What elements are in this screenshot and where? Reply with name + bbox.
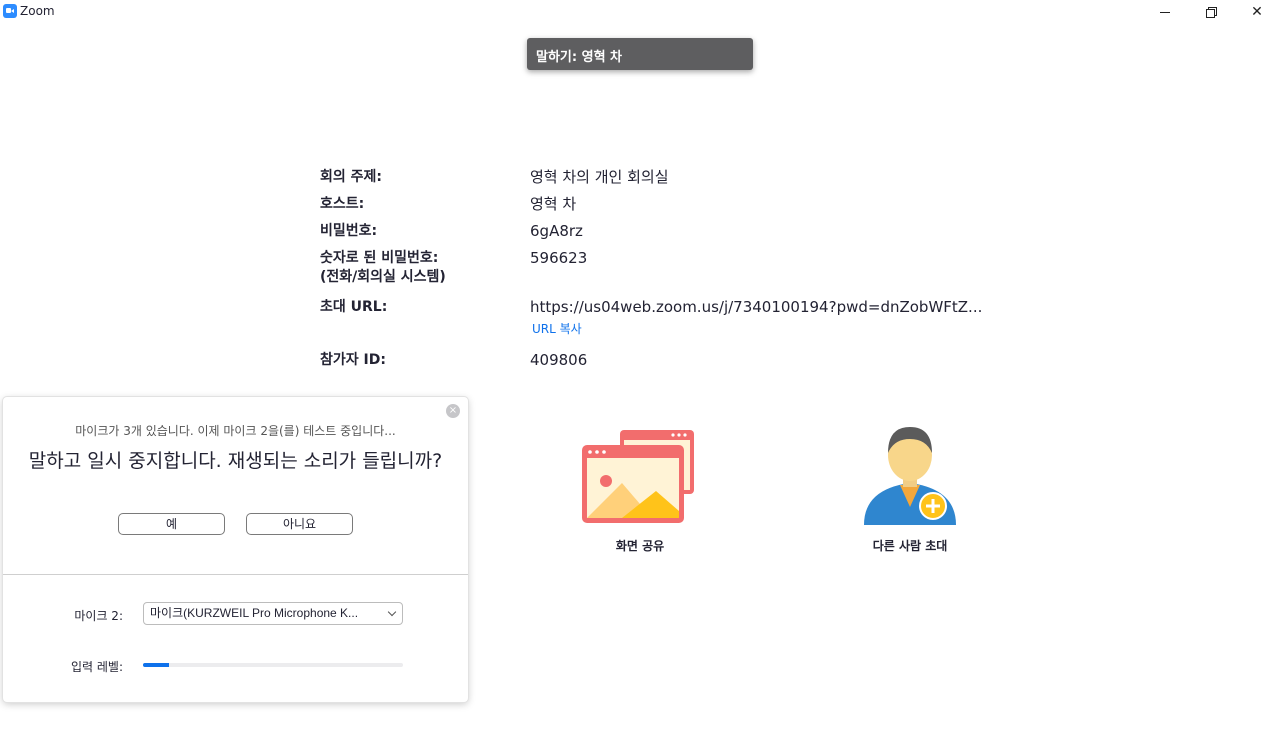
title-bar: Zoom ✕ [0, 0, 1280, 24]
no-button[interactable]: 아니요 [246, 513, 353, 535]
topic-value: 영혁 차의 개인 회의실 [530, 168, 669, 186]
restore-button[interactable] [1188, 0, 1234, 24]
share-screen-label: 화면 공유 [615, 539, 665, 553]
invite-others-button[interactable]: 다른 사람 초대 [830, 425, 990, 555]
share-screen-button[interactable]: 화면 공유 [560, 425, 720, 555]
close-window-button[interactable]: ✕ [1234, 0, 1280, 24]
host-label: 호스트: [320, 196, 365, 212]
input-level-label: 입력 레벨: [70, 660, 123, 674]
popup-divider [3, 574, 468, 575]
numeric-password-label: 숫자로 된 비밀번호: [320, 250, 439, 266]
minimize-button[interactable] [1142, 0, 1188, 24]
invite-url-label: 초대 URL: [320, 299, 388, 315]
mic-select-value: 마이크(KURZWEIL Pro Microphone K... [150, 606, 359, 620]
popup-close-icon[interactable]: × [446, 404, 460, 418]
participant-id-value: 409806 [530, 351, 588, 369]
yes-button[interactable]: 예 [118, 513, 225, 535]
topic-label: 회의 주제: [320, 169, 382, 185]
speaking-indicator: 말하기: 영혁 차 [527, 38, 753, 70]
zoom-logo-icon [3, 4, 17, 18]
restore-icon [1206, 7, 1217, 18]
input-level-meter [143, 663, 403, 667]
share-screen-icon [582, 430, 694, 523]
mic-test-question: 말하고 일시 중지합니다. 재생되는 소리가 들립니까? [28, 450, 443, 472]
password-label: 비밀번호: [320, 223, 378, 239]
close-icon: ✕ [1251, 4, 1263, 20]
audio-test-popup: × 마이크가 3개 있습니다. 이제 마이크 2을(를) 테스트 중입니다...… [3, 397, 468, 702]
invite-person-icon [864, 427, 956, 525]
invite-url-value: https://us04web.zoom.us/j/7340100194?pwd… [530, 298, 983, 316]
numeric-password-sublabel: (전화/회의실 시스템) [320, 269, 446, 285]
input-level-fill [143, 663, 169, 667]
participant-id-label: 참가자 ID: [320, 352, 386, 368]
host-value: 영혁 차 [530, 195, 577, 213]
invite-others-label: 다른 사람 초대 [872, 539, 948, 553]
mic-label: 마이크 2: [74, 609, 123, 623]
numeric-password-value: 596623 [530, 249, 588, 267]
password-value: 6gA8rz [530, 222, 583, 240]
minimize-icon [1160, 11, 1170, 13]
mic-test-status: 마이크가 3개 있습니다. 이제 마이크 2을(를) 테스트 중입니다... [75, 424, 396, 438]
window-title: Zoom [20, 4, 55, 18]
copy-url-link[interactable]: URL 복사 [532, 320, 582, 337]
chevron-down-icon [387, 607, 397, 617]
mic-select-dropdown[interactable]: 마이크(KURZWEIL Pro Microphone K... [143, 602, 403, 625]
